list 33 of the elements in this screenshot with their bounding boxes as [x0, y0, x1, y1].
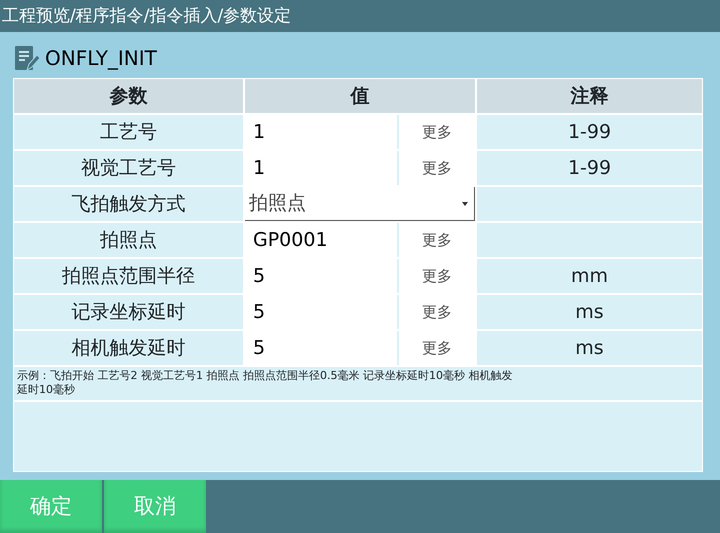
more-button[interactable]: 更多	[399, 115, 475, 149]
parameter-name: 拍照点范围半径	[14, 259, 243, 293]
column-header: 参数	[14, 79, 243, 113]
note-cell: ms	[477, 295, 702, 329]
dropdown[interactable]: 拍照点	[245, 187, 475, 221]
command-name: ONFLY_INIT	[45, 45, 157, 72]
note-cell: 1-99	[477, 115, 702, 149]
more-button[interactable]: 更多	[399, 223, 475, 257]
column-header: 值	[245, 79, 475, 113]
value-field[interactable]: 5	[245, 295, 397, 329]
parameter-name: 飞拍触发方式	[14, 187, 243, 221]
value-field[interactable]: GP0001	[245, 223, 397, 257]
edit-document-icon	[13, 44, 41, 72]
note-cell: 1-99	[477, 151, 702, 185]
parameter-name: 视觉工艺号	[14, 151, 243, 185]
value-field[interactable]: 5	[245, 331, 397, 365]
parameter-name: 记录坐标延时	[14, 295, 243, 329]
value-field[interactable]: 1	[245, 151, 397, 185]
more-button[interactable]: 更多	[399, 151, 475, 185]
parameter-name: 工艺号	[14, 115, 243, 149]
value-field[interactable]: 1	[245, 115, 397, 149]
more-button[interactable]: 更多	[399, 331, 475, 365]
note-cell: ms	[477, 331, 702, 365]
note-cell: mm	[477, 259, 702, 293]
more-button[interactable]: 更多	[399, 259, 475, 293]
parameter-name: 拍照点	[14, 223, 243, 257]
dropdown-caret-icon	[460, 200, 470, 206]
value-field[interactable]: 5	[245, 259, 397, 293]
column-header: 注释	[477, 79, 702, 113]
parameter-name: 相机触发延时	[14, 331, 243, 365]
more-button[interactable]: 更多	[399, 295, 475, 329]
example-text: 示例：飞拍开始 工艺号2 视觉工艺号1 拍照点 拍照点范围半径0.5毫米 记录坐标延时10毫秒 相机触发延时10毫秒	[17, 369, 514, 397]
window-title: 工程预览/程序指令/指令插入/参数设定	[0, 0, 720, 32]
